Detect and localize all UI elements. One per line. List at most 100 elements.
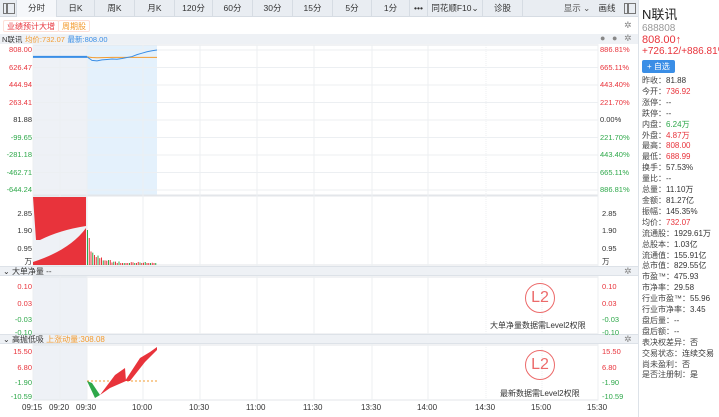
quote-key: 涨停： [642,98,666,107]
volume-bar [145,262,146,265]
quote-value: 否 [690,338,698,347]
volume-bar [119,261,120,265]
quote-key: 盘后额： [642,327,674,336]
bigorder-axis-label: 0.03 [602,299,617,308]
level2-notice[interactable]: 最新数据需Level2权限 [500,388,580,399]
quote-row: 金额：81.27亿 [642,196,719,207]
volume-axis-label: 2.85 [602,209,617,218]
volume-bar [87,230,88,265]
volume-bar [113,262,114,265]
quote-row: 行业市净率：3.45 [642,305,719,316]
quote-key: 振幅： [642,207,666,216]
momentum-axis-label: -10.59 [602,392,623,401]
stock-code: 688808 [642,23,719,34]
quote-key: 流通值： [642,251,674,260]
price-axis-label: -644.24 [0,185,32,194]
quote-value: 808.00 [666,141,690,150]
level2-notice[interactable]: 大单净量数据需Level2权限 [490,320,586,331]
quote-value: 475.93 [674,272,698,281]
volume-bar [115,262,116,265]
volume-axis-label: 1.90 [0,226,32,235]
quote-key: 金额： [642,196,666,205]
volume-bar [112,262,113,265]
quote-value: -- [666,174,671,183]
volume-bar [134,263,135,265]
pct-axis-label: 221.70% [600,133,630,142]
momentum-axis-label: -1.90 [0,378,32,387]
time-axis-label: 09:30 [76,403,96,412]
quote-row: 流通值：155.91亿 [642,251,719,262]
momentum-axis-label: -10.59 [0,392,32,401]
momentum-axis-label: 15.50 [602,347,621,356]
level2-badge: L2 [525,350,555,380]
volume-bar [148,263,149,265]
quote-value: 688.99 [666,152,690,161]
quote-key: 行业市净率： [642,305,690,314]
quote-key: 交易状态： [642,349,682,358]
quote-value: -- [666,109,671,118]
quote-key: 流通股： [642,229,674,238]
bigorder-axis-label: 0.03 [0,299,32,308]
volume-bar [152,263,153,265]
gear-icon[interactable]: ✲ [624,335,632,344]
quote-key: 跌停： [642,109,666,118]
quote-row: 总股本：1.03亿 [642,240,719,251]
volume-bar [101,257,102,265]
quote-value: 6.24万 [666,120,690,129]
add-watchlist-button[interactable]: + 自选 [642,60,675,73]
pct-axis-label: 665.11% [600,168,629,177]
gear-icon[interactable]: ✲ [624,267,632,276]
volume-axis-label: 1.90 [602,226,617,235]
quote-row: 振幅：145.35% [642,207,719,218]
quote-key: 均价： [642,218,666,227]
momentum-axis-label: 6.80 [602,363,617,372]
momentum-axis-label: -1.90 [602,378,619,387]
quote-key: 内盘： [642,120,666,129]
bigorder-axis-label: -0.10 [602,328,619,337]
quote-value: 1.03亿 [674,240,698,249]
volume-bar [103,260,104,265]
quote-row: 今开：736.92 [642,87,719,98]
momentum-value: 上涨动量:308.08 [46,335,105,344]
quote-value: 4.87万 [666,131,690,140]
panel-value: -- [46,267,51,276]
momentum-axis-label: 15.50 [0,347,32,356]
time-axis-label: 14:00 [417,403,437,412]
time-axis-label: 11:30 [303,403,322,412]
volume-bar [108,260,109,265]
volume-bar [127,263,128,265]
volume-bar [92,253,93,265]
volume-bar [136,263,137,265]
volume-axis-label: 0.95 [0,244,32,253]
time-axis-label: 14:30 [475,403,495,412]
bigorder-axis-label: 0.10 [602,282,617,291]
momentum-panel-header: ⌄ 高抛低吸 上涨动量:308.08 ✲ [0,334,638,344]
volume-axis-label: 0.95 [602,244,617,253]
momentum-down-area [87,381,100,398]
momentum-up-area [125,347,157,381]
pct-axis-label: 0.00% [600,115,621,124]
volume-bar [155,263,156,265]
quote-key: 外盘： [642,131,666,140]
volume-bar [105,260,106,265]
quote-row: 盘后额：-- [642,327,719,338]
volume-bar [143,263,144,265]
quote-value: 29.58 [674,283,694,292]
quote-value: 是 [690,370,698,379]
pct-axis-label: 665.11% [600,63,629,72]
quote-row: 总市值：829.55亿 [642,261,719,272]
volume-axis-label: 万 [602,256,610,267]
volume-bar [129,263,130,265]
panel-title: 大单净量 [12,267,44,276]
quote-value: 145.35% [666,207,698,216]
quote-row: 流通股：1929.61万 [642,229,719,240]
quote-value: 736.92 [666,87,690,96]
quote-row: 总量：11.10万 [642,185,719,196]
volume-bar [89,238,90,265]
price-axis-label: 81.88 [0,115,32,124]
quote-value: 81.88 [666,76,686,85]
quote-value: -- [674,327,679,336]
current-price: 808.00↑ [642,34,719,46]
level2-badge: L2 [525,283,555,313]
quote-value: 55.96 [690,294,710,303]
